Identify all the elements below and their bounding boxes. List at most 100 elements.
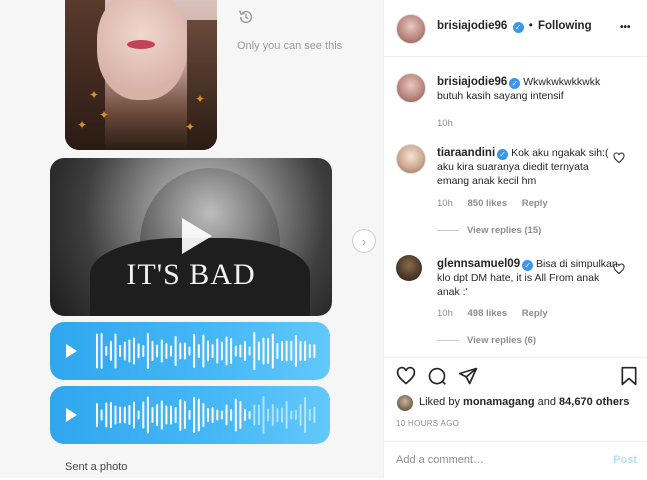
voice-message[interactable]	[50, 322, 330, 380]
waveform-bar	[114, 333, 117, 369]
reply-button[interactable]: Reply	[522, 308, 548, 319]
waveform-bar	[308, 409, 311, 421]
waveform-bar	[197, 344, 200, 358]
waveform-bar	[128, 339, 131, 363]
waveform-bar	[244, 409, 246, 421]
waveform-bar	[225, 404, 228, 426]
post-side-panel: brisiajodie96 ✓ • Following ••• brisiajo…	[384, 0, 647, 478]
avatar[interactable]	[396, 255, 422, 281]
waveform-bar	[119, 406, 122, 424]
avatar[interactable]	[397, 395, 413, 411]
likes-count[interactable]: 84,670 others	[559, 396, 629, 408]
waveform-bar	[156, 404, 159, 426]
username[interactable]: brisiajodie96	[437, 20, 507, 32]
waveform-bar	[109, 341, 112, 361]
waveform-bar	[146, 396, 149, 434]
waveform-bar	[285, 340, 288, 362]
waveform	[96, 396, 316, 434]
waveform-bar	[216, 338, 219, 364]
reply-button[interactable]: Reply	[522, 198, 548, 209]
waveform-bar	[197, 398, 200, 432]
waveform-bar	[248, 346, 251, 356]
heart-icon[interactable]	[396, 366, 416, 386]
waveform-bar	[257, 404, 260, 426]
waveform-bar	[183, 401, 186, 429]
comment-time: 10h	[437, 198, 453, 209]
waveform-bar	[160, 400, 163, 430]
waveform-bar	[202, 334, 205, 368]
waveform-bar	[248, 411, 251, 419]
waveform-bar	[119, 345, 122, 357]
private-note: Only you can see this	[237, 40, 343, 52]
video-caption: IT'S BAD	[126, 258, 256, 291]
avatar[interactable]	[396, 73, 426, 103]
add-comment-bar: Add a comment… Post	[384, 441, 647, 480]
butterfly-sticker: ✦	[89, 88, 100, 102]
waveform-bar	[234, 398, 237, 432]
comment-input[interactable]: Add a comment…	[396, 454, 484, 466]
waveform-bar	[304, 341, 307, 361]
play-icon[interactable]	[168, 210, 220, 262]
waveform-bar	[151, 341, 154, 361]
waveform-bar	[262, 337, 265, 365]
verified-icon: ✓	[509, 78, 521, 89]
waveform-bar	[239, 401, 242, 429]
waveform-bar	[165, 405, 168, 425]
share-icon[interactable]	[458, 366, 478, 386]
post-actions: Liked by monamagang and 84,670 others 10…	[384, 357, 647, 479]
comment-likes[interactable]: 850 likes	[468, 198, 508, 209]
waveform-bar	[290, 410, 293, 420]
verified-icon: ✓	[522, 260, 534, 271]
play-icon[interactable]	[66, 408, 77, 422]
more-icon[interactable]: •••	[620, 22, 631, 33]
dm-screenshot: ✦ ✦ ✦ ✦ ✦ Only you can see this IT'S BAD	[0, 0, 383, 478]
waveform-bar	[133, 337, 135, 365]
waveform	[96, 332, 316, 370]
waveform-bar	[281, 407, 283, 423]
heart-icon[interactable]	[613, 152, 625, 164]
waveform-bar	[276, 408, 279, 422]
history-icon	[239, 10, 253, 24]
waveform-bar	[179, 342, 182, 360]
verified-icon: ✓	[512, 22, 524, 33]
comment-icon[interactable]	[427, 366, 447, 386]
avatar[interactable]	[396, 14, 426, 44]
waveform-bar	[146, 333, 149, 369]
view-replies-button[interactable]: View replies (15)	[437, 225, 541, 236]
waveform-bar	[156, 344, 159, 358]
comment-time: 10h	[437, 308, 453, 319]
waveform-bar	[188, 410, 191, 420]
liker-username[interactable]: monamagang	[463, 396, 535, 408]
voice-message[interactable]	[50, 386, 330, 444]
waveform-bar	[299, 404, 302, 426]
post-timestamp: 10 HOURS AGO	[396, 419, 460, 428]
waveform-bar	[96, 333, 98, 369]
comment-likes[interactable]: 498 likes	[468, 308, 508, 319]
waveform-bar	[151, 407, 154, 423]
view-replies-button[interactable]: View replies (6)	[437, 335, 536, 346]
sent-photo-label: Sent a photo	[65, 461, 128, 473]
post-media: ✦ ✦ ✦ ✦ ✦ Only you can see this IT'S BAD	[0, 0, 384, 478]
waveform-bar	[220, 410, 223, 420]
waveform-bar	[262, 396, 265, 434]
waveform-bar	[294, 410, 297, 420]
post-button[interactable]: Post	[613, 454, 637, 466]
waveform-bar	[220, 341, 223, 361]
waveform-bar	[133, 401, 135, 429]
chevron-right-icon[interactable]: ›	[352, 229, 376, 253]
comments-list: brisiajodie96 ✓ Wkwkwkwkkwkk butuh kasih …	[384, 57, 647, 357]
avatar[interactable]	[396, 144, 426, 174]
bookmark-icon[interactable]	[620, 366, 638, 386]
play-icon[interactable]	[66, 344, 77, 358]
video-message[interactable]: IT'S BAD	[50, 158, 332, 316]
username[interactable]: glennsamuel09	[437, 258, 520, 270]
comment-time: 10h	[437, 118, 453, 129]
heart-icon[interactable]	[613, 263, 625, 275]
waveform-bar	[123, 406, 126, 424]
username[interactable]: brisiajodie96	[437, 76, 507, 88]
following-button[interactable]: Following	[538, 20, 592, 32]
likes-summary[interactable]: Liked by monamagang and 84,670 others	[419, 396, 629, 408]
waveform-bar	[253, 332, 256, 370]
butterfly-sticker: ✦	[77, 118, 88, 132]
username[interactable]: tiaraandini	[437, 147, 495, 159]
